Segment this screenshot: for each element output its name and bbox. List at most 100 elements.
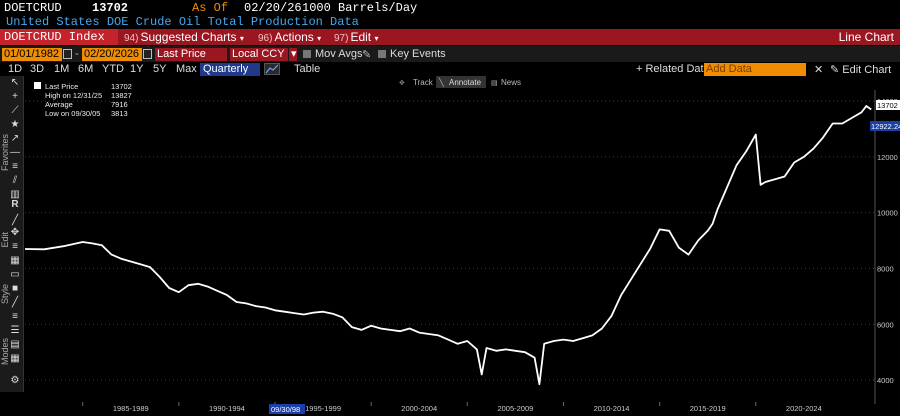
start-date-input[interactable]: 01/01/1982 <box>2 48 62 61</box>
y-tick-label: 12000 <box>877 153 898 162</box>
range-1m[interactable]: 1M <box>54 63 69 75</box>
chart-background <box>25 76 900 416</box>
period-selector[interactable]: Quarterly ▼ <box>200 63 260 88</box>
as-of-date: 02/20/26 <box>244 1 302 15</box>
crosshair-price-tag-text: 12922.24 <box>871 122 900 131</box>
chart-area[interactable]: 400060008000100001200014000 1985-1989199… <box>24 76 900 416</box>
function-bar: DOETCRUD Index 94) Suggested Charts ▾ 96)… <box>0 29 900 45</box>
x-tick-label: 1985-1989 <box>113 404 149 413</box>
crosshair-icon: ✥ <box>399 79 405 87</box>
fib-icon[interactable]: ≡ <box>10 162 20 172</box>
trash-icon[interactable]: ▦ <box>10 256 20 266</box>
trend-icon[interactable]: ⟋ <box>10 106 20 116</box>
line-chart[interactable]: 400060008000100001200014000 1985-1989199… <box>24 76 900 416</box>
grid-icon[interactable]: ▦ <box>10 354 20 364</box>
legend-high-value: 13827 <box>111 91 132 100</box>
r-tool-icon[interactable]: R <box>10 200 20 210</box>
chart-tools-sidebar: ↖ + ⟋ ★ ↗ — ≡ ⫽ ▥ R ╱ ✥ ≡ ▦ ▭ ■ ╱ ≡ ☰ ▤ … <box>0 76 24 392</box>
edit-chart-button[interactable]: ✎ Edit Chart <box>830 63 891 76</box>
x-tick-label: 2020-2024 <box>786 404 822 413</box>
range-row: 1D 3D 1M 6M YTD 1Y 5Y Max Quarterly ▼ Ta… <box>0 62 900 88</box>
last-price: 13702 <box>92 1 129 15</box>
chart-tool-label: Annotate <box>449 78 482 87</box>
crosshair-date-tag-text: 09/30/98 <box>271 405 300 414</box>
move-icon[interactable]: ✥ <box>10 228 20 238</box>
related-data-button[interactable]: + Related Dat <box>636 63 704 75</box>
x-tick-label: 2000-2004 <box>401 404 437 413</box>
controls-row: 01/01/1982 - 02/20/2026 Last Price Local… <box>0 46 900 62</box>
field-selector[interactable]: Last Price <box>155 48 227 61</box>
settings-icon[interactable]: ⚙ <box>10 376 20 386</box>
pen-icon[interactable]: ╱ <box>10 216 20 226</box>
y-tick-label: 4000 <box>877 376 894 385</box>
text-icon[interactable]: ≡ <box>10 242 20 252</box>
dash-style-icon[interactable]: ☰ <box>10 326 20 336</box>
range-max[interactable]: Max <box>176 63 197 75</box>
news-icon: ▤ <box>491 80 498 87</box>
sidebar-label-favorites: Favorites <box>0 134 10 172</box>
chart-tool-news[interactable]: ▤ News <box>491 78 521 87</box>
range-3d[interactable]: 3D <box>30 63 44 75</box>
pencil-icon[interactable]: ✎ <box>362 48 371 61</box>
chart-tool-track[interactable]: ✥ Track <box>399 78 434 87</box>
sidebar-label-modes: Modes <box>0 338 10 366</box>
caret-down-icon: ▾ <box>374 34 379 43</box>
line-style-icon[interactable]: ╱ <box>10 298 20 308</box>
calendar-icon[interactable] <box>143 49 152 59</box>
key-events-label[interactable]: Key Events <box>390 48 446 60</box>
mov-avgs-label[interactable]: Mov Avgs <box>315 48 363 60</box>
range-1d[interactable]: 1D <box>8 63 22 75</box>
menu-number: 94) <box>124 33 139 44</box>
y-tick-label: 8000 <box>877 264 894 273</box>
menu-number: 97) <box>334 33 349 44</box>
x-tick-label: 2005-2009 <box>497 404 533 413</box>
channel-icon[interactable]: ⫽ <box>10 176 20 186</box>
as-of-label: As Of <box>192 1 229 15</box>
table-button[interactable]: Table <box>294 63 320 75</box>
security-header: DOETCRUD 13702 As Of 02/20/26 1000 Barre… <box>0 0 900 15</box>
range-5y[interactable]: 5Y <box>153 63 166 75</box>
menu-number: 96) <box>258 33 273 44</box>
range-6m[interactable]: 6M <box>78 63 93 75</box>
sidebar-label-style: Style <box>0 284 10 305</box>
y-tick-label: 6000 <box>877 320 894 329</box>
menu-label: Actions <box>274 30 314 44</box>
fill-icon[interactable]: ■ <box>10 284 20 294</box>
currency-selector[interactable]: Local CCY <box>230 48 288 61</box>
ticker: DOETCRUD <box>4 1 62 15</box>
tool-icon: ✎ <box>830 64 840 76</box>
calendar-icon[interactable] <box>63 49 72 59</box>
cursor-icon[interactable]: ↖ <box>10 78 20 88</box>
layers-icon[interactable]: ▤ <box>10 340 20 350</box>
chart-type-label[interactable]: Line Chart <box>839 30 894 44</box>
suggested-charts-menu[interactable]: 94) Suggested Charts ▾ <box>124 30 244 44</box>
legend-avg-label: Average <box>45 100 73 109</box>
close-icon[interactable]: ✕ <box>814 63 823 76</box>
sidebar-label-edit: Edit <box>0 232 10 248</box>
date-separator: - <box>75 48 79 60</box>
hline-icon[interactable]: — <box>10 148 20 158</box>
arrow-icon[interactable]: ↗ <box>10 134 20 144</box>
crosshair-icon[interactable]: + <box>10 92 20 102</box>
edit-menu[interactable]: 97) Edit ▾ <box>334 30 379 44</box>
x-tick-label: 2010-2014 <box>594 404 630 413</box>
currency-dropdown-arrow[interactable]: ▾ <box>289 48 297 61</box>
last-price-tag-text: 13702 <box>877 101 898 110</box>
index-label[interactable]: DOETCRUD Index <box>0 29 118 45</box>
mov-avgs-checkbox[interactable] <box>303 50 311 58</box>
line-width-icon[interactable]: ≡ <box>10 312 20 322</box>
menu-label: Edit <box>350 30 372 44</box>
legend-last-value: 13702 <box>111 82 132 91</box>
star-icon[interactable]: ★ <box>10 120 20 130</box>
key-events-checkbox[interactable] <box>378 50 386 58</box>
legend-high-label: High on 12/31/25 <box>45 91 102 100</box>
range-1y[interactable]: 1Y <box>130 63 143 75</box>
end-date-input[interactable]: 02/20/2026 <box>82 48 142 61</box>
range-ytd[interactable]: YTD <box>102 63 124 75</box>
actions-menu[interactable]: 96) Actions ▾ <box>258 30 321 44</box>
line-chart-icon[interactable] <box>264 63 280 75</box>
color-picker-icon[interactable]: ▭ <box>10 270 20 280</box>
legend-avg-value: 7916 <box>111 100 128 109</box>
period-label: Quarterly <box>203 63 249 75</box>
add-data-input[interactable]: Add Data <box>704 63 806 76</box>
